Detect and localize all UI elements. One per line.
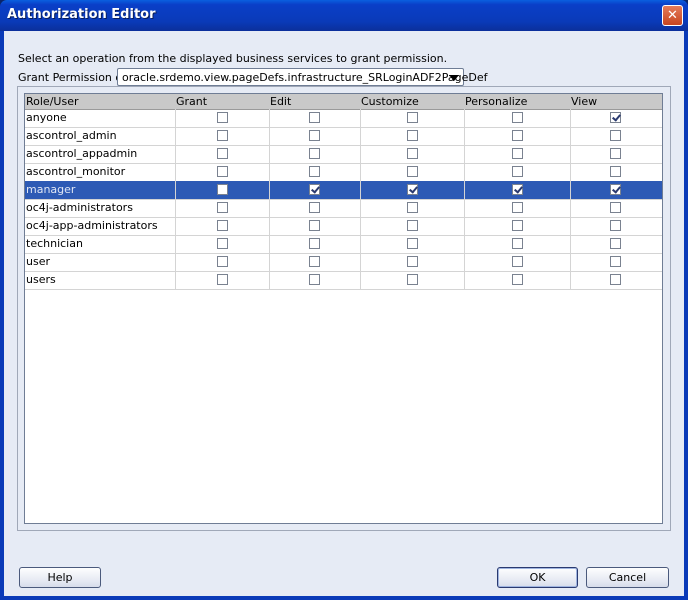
role-user-name: technician — [26, 237, 83, 250]
table-row[interactable]: manager — [25, 181, 662, 200]
permission-checkbox-edit[interactable] — [309, 256, 320, 267]
title-bar[interactable]: Authorization Editor ✕ — [0, 0, 688, 31]
permission-checkbox-personalize[interactable] — [512, 256, 523, 267]
permission-checkbox-edit[interactable] — [309, 274, 320, 285]
permission-checkbox-customize[interactable] — [407, 112, 418, 123]
permission-checkbox-edit[interactable] — [309, 148, 320, 159]
permission-checkbox-personalize[interactable] — [512, 238, 523, 249]
table-header: Role/User Grant Edit Customize Personali… — [25, 94, 662, 110]
grant-permission-label: Grant Permission on: — [18, 71, 133, 84]
grant-permission-dropdown[interactable]: oracle.srdemo.view.pageDefs.infrastructu… — [117, 68, 488, 86]
column-header-grant[interactable]: Grant — [176, 95, 207, 108]
permission-checkbox-grant[interactable] — [217, 238, 228, 249]
ok-button[interactable]: OK — [497, 567, 578, 588]
table-row[interactable]: oc4j-app-administrators — [25, 217, 662, 236]
permission-checkbox-grant[interactable] — [217, 112, 228, 123]
table-row[interactable]: user — [25, 253, 662, 272]
permission-checkbox-grant[interactable] — [217, 148, 228, 159]
column-header-view[interactable]: View — [571, 95, 597, 108]
permission-checkbox-grant[interactable] — [217, 130, 228, 141]
permission-checkbox-customize[interactable] — [407, 238, 418, 249]
permission-checkbox-view[interactable] — [610, 130, 621, 141]
permission-checkbox-edit[interactable] — [309, 202, 320, 213]
chevron-down-icon[interactable] — [449, 75, 459, 81]
role-user-name: oc4j-app-administrators — [26, 219, 158, 232]
column-header-role-user[interactable]: Role/User — [26, 95, 78, 108]
table-row[interactable]: ascontrol_monitor — [25, 163, 662, 182]
role-user-name: anyone — [26, 111, 67, 124]
permission-checkbox-personalize[interactable] — [512, 202, 523, 213]
cancel-button[interactable]: Cancel — [586, 567, 669, 588]
permission-checkbox-customize[interactable] — [407, 130, 418, 141]
table-row[interactable]: anyone — [25, 109, 662, 128]
permission-checkbox-edit[interactable] — [309, 166, 320, 177]
role-user-name: ascontrol_appadmin — [26, 147, 138, 160]
close-icon: ✕ — [667, 8, 678, 23]
grant-permission-value: oracle.srdemo.view.pageDefs.infrastructu… — [122, 71, 488, 84]
permission-checkbox-view[interactable] — [610, 148, 621, 159]
permission-checkbox-personalize[interactable] — [512, 166, 523, 177]
permission-checkbox-personalize[interactable] — [512, 130, 523, 141]
help-button[interactable]: Help — [19, 567, 101, 588]
column-divider — [360, 109, 361, 289]
permission-checkbox-edit[interactable] — [309, 238, 320, 249]
permission-checkbox-grant[interactable] — [217, 166, 228, 177]
frame-right — [684, 31, 688, 600]
dialog-window: Authorization Editor ✕ Select an operati… — [0, 0, 688, 600]
permission-checkbox-view[interactable] — [610, 256, 621, 267]
permission-checkbox-edit[interactable] — [309, 130, 320, 141]
role-user-name: users — [26, 273, 56, 286]
permission-checkbox-customize[interactable] — [407, 184, 418, 195]
role-user-name: ascontrol_admin — [26, 129, 117, 142]
permission-checkbox-view[interactable] — [610, 166, 621, 177]
permission-checkbox-customize[interactable] — [407, 148, 418, 159]
permission-checkbox-personalize[interactable] — [512, 148, 523, 159]
table-row[interactable]: technician — [25, 235, 662, 254]
permission-checkbox-grant[interactable] — [217, 202, 228, 213]
permission-checkbox-view[interactable] — [610, 238, 621, 249]
role-user-name: ascontrol_monitor — [26, 165, 126, 178]
permission-checkbox-customize[interactable] — [407, 220, 418, 231]
table-row[interactable]: users — [25, 271, 662, 290]
permission-checkbox-customize[interactable] — [407, 274, 418, 285]
role-user-name: oc4j-administrators — [26, 201, 133, 214]
permission-checkbox-edit[interactable] — [309, 112, 320, 123]
column-divider — [464, 109, 465, 289]
table-row[interactable]: ascontrol_admin — [25, 127, 662, 146]
permission-checkbox-grant[interactable] — [217, 184, 228, 195]
column-header-personalize[interactable]: Personalize — [465, 95, 527, 108]
permission-checkbox-edit[interactable] — [309, 184, 320, 195]
frame-bottom — [0, 596, 688, 600]
column-divider — [269, 109, 270, 289]
permission-checkbox-personalize[interactable] — [512, 220, 523, 231]
permission-checkbox-personalize[interactable] — [512, 274, 523, 285]
instruction-text: Select an operation from the displayed b… — [18, 52, 448, 65]
column-divider — [570, 109, 571, 289]
permission-checkbox-grant[interactable] — [217, 274, 228, 285]
table-row[interactable]: ascontrol_appadmin — [25, 145, 662, 164]
permission-checkbox-grant[interactable] — [217, 220, 228, 231]
permission-checkbox-view[interactable] — [610, 112, 621, 123]
permission-checkbox-view[interactable] — [610, 202, 621, 213]
permission-checkbox-customize[interactable] — [407, 202, 418, 213]
permission-checkbox-personalize[interactable] — [512, 184, 523, 195]
column-divider — [175, 109, 176, 289]
permission-checkbox-grant[interactable] — [217, 256, 228, 267]
permission-checkbox-customize[interactable] — [407, 166, 418, 177]
role-user-name: user — [26, 255, 50, 268]
permission-checkbox-customize[interactable] — [407, 256, 418, 267]
table-row[interactable]: oc4j-administrators — [25, 199, 662, 218]
permissions-table: Role/User Grant Edit Customize Personali… — [24, 93, 663, 524]
role-user-name: manager — [26, 183, 76, 196]
permission-checkbox-view[interactable] — [610, 274, 621, 285]
column-header-edit[interactable]: Edit — [270, 95, 291, 108]
column-header-customize[interactable]: Customize — [361, 95, 419, 108]
permission-checkbox-edit[interactable] — [309, 220, 320, 231]
close-button[interactable]: ✕ — [662, 5, 683, 26]
permission-checkbox-view[interactable] — [610, 220, 621, 231]
permission-checkbox-view[interactable] — [610, 184, 621, 195]
permission-checkbox-personalize[interactable] — [512, 112, 523, 123]
dialog-title: Authorization Editor — [7, 7, 156, 22]
